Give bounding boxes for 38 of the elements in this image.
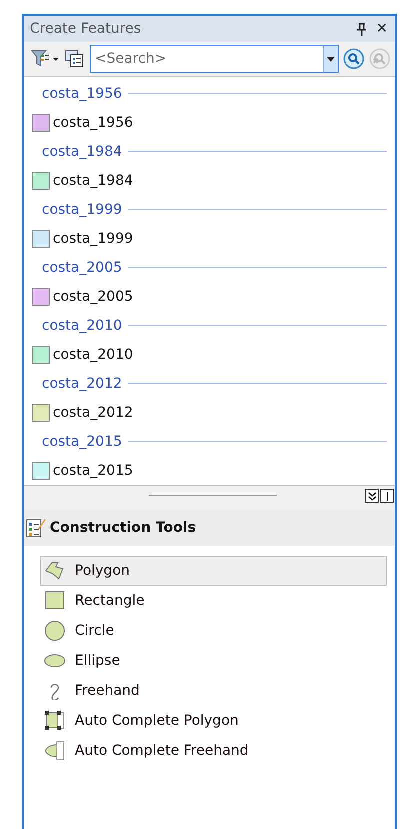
section-title: Construction Tools — [50, 520, 196, 536]
layer-group-heading: costa_2010 — [42, 318, 122, 334]
construction-tool[interactable]: Ellipse — [40, 646, 387, 676]
split-icon[interactable] — [380, 489, 394, 503]
construction-tool[interactable]: Rectangle — [40, 586, 387, 616]
feature-template[interactable]: costa_2010 — [24, 340, 395, 369]
splitter-handle[interactable] — [149, 495, 277, 496]
feature-template[interactable]: costa_2015 — [24, 456, 395, 485]
feature-template[interactable]: costa_1999 — [24, 224, 395, 253]
layer-group-heading: costa_1999 — [42, 202, 122, 218]
freehand-tool-icon — [50, 682, 60, 700]
construction-tool[interactable]: Auto Complete Polygon — [40, 706, 387, 736]
filter-dropdown-icon[interactable] — [30, 49, 60, 69]
layer-group-heading: costa_2012 — [42, 376, 122, 392]
construction-tool[interactable]: Circle — [40, 616, 387, 646]
template-organizer-icon[interactable] — [64, 49, 86, 69]
search-field[interactable]: <Search> — [90, 45, 323, 73]
autopolygon-tool-icon — [43, 710, 67, 732]
autofreehand-tool-icon — [43, 740, 67, 762]
rectangle-tool-icon — [43, 590, 67, 612]
close-button[interactable]: ✕ — [373, 21, 391, 37]
circle-tool-icon — [43, 620, 67, 642]
panel-title: Create Features — [30, 21, 142, 37]
pin-icon[interactable] — [357, 22, 368, 36]
feature-template[interactable]: costa_2005 — [24, 282, 395, 311]
construction-tool[interactable]: Polygon — [40, 556, 387, 586]
construction-tool[interactable]: Auto Complete Freehand — [40, 736, 387, 766]
feature-template[interactable]: costa_1956 — [24, 108, 395, 137]
feature-template[interactable]: costa_1984 — [24, 166, 395, 195]
collapse-icon[interactable] — [365, 489, 379, 503]
construction-tool[interactable]: Freehand — [40, 676, 387, 706]
construction-tools-icon — [26, 517, 46, 539]
layer-group-heading: costa_1956 — [42, 86, 122, 102]
search-icon[interactable] — [343, 48, 365, 70]
layer-group-heading: costa_2005 — [42, 260, 122, 276]
layer-group-heading: costa_1984 — [42, 144, 122, 160]
layer-group-heading: costa_2015 — [42, 434, 122, 450]
feature-template[interactable]: costa_2012 — [24, 398, 395, 427]
